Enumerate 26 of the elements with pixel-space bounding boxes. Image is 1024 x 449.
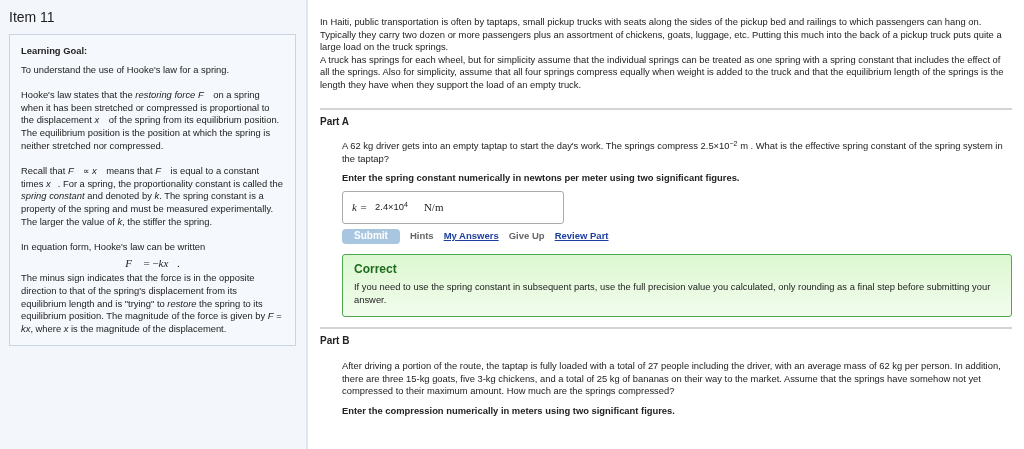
answer-box[interactable]: k = 2.4×10$^{4}$ N/m (342, 190, 564, 224)
paragraph: The minus sign indicates that the force is in the opposite direction to that of the spring's displacement from its equilibrium length and is "trying" to restore the spring to its equilibrium position. The magnitude of the force is given by F = kx, where x is the magnitude of the displacement. (21, 272, 283, 336)
link[interactable]: My Answers (443, 229, 499, 243)
unit-label: N/m (423, 201, 444, 214)
paragraph: Recall that F⃗ ∝ x⃗ means that F⃗ is equal to a constant times x⃗. For a spring, the proportionality constant is called the spring constant and denoted by k. The spring constant is a property of the spring and must be measured experimentally. The larger the value of k, the stiffer the spring. (21, 165, 284, 229)
variable-label: k = (352, 201, 368, 214)
feedback-message: If you need to use the spring constant in subsequent parts, use the full precision value you calculated, only rounding as a final step before submitting your answer. (354, 281, 992, 307)
instruction: Enter the compression numerically in meters using two significant figures. (342, 404, 676, 418)
question-text: After driving a portion of the route, the taptap is fully loaded with a total of 27 people including the driver, with an average mass of 62 kg per person. In addition, there are three 15-kg goats, five 3-kg chickens, and a total of 25 kg of bananas on their way to the market. Assume that the springs have somehow not yet compressed to their maximum amount. How much are the springs compressed? (342, 359, 1002, 398)
text-button[interactable]: Give Up (508, 229, 545, 243)
part-title: Part B (320, 335, 351, 348)
item-title: Item 11 (9, 8, 56, 26)
paragraph: Hooke's law states that the restoring force F⃗ on a spring when it has been stretched or compressed is proportional to the displacement x⃗ of the spring from its equilibrium position. The equilibrium position is the position at which the spring is neither stretched nor compressed. (21, 89, 281, 153)
feedback-title: Correct (354, 262, 398, 276)
equation: F⃗ = −kx⃗. (124, 256, 181, 270)
paragraph: To understand the use of Hooke's law for a spring. (21, 63, 231, 77)
paragraph: In Haiti, public transportation is often by taptaps, small pickup trucks with seats along the sides of the pickup bed and railings to which passengers can hang on. Typically they carry two dozen or more passengers plus an assortment of chickens, goats, luggage, etc. Putting this much into the back of a pickup truck puts quite a large load on the truck springs. (320, 16, 1003, 54)
answer-value: 2.4×10$^{4}$ (375, 201, 408, 214)
question-text: A 62 kg driver gets into an empty taptap to start the day's work. The springs compress 2.5×10$^{−2}$ m . What is the effective spring constant of the spring system in the taptap? (342, 140, 1004, 166)
text-button[interactable]: Hints (409, 229, 434, 243)
link[interactable]: Review Part (554, 229, 609, 243)
instruction: Enter the spring constant numerically in newtons per meter using two significant figures. (342, 172, 741, 185)
learning-goal-heading: Learning Goal: (21, 45, 89, 58)
part-title: Part A (320, 115, 351, 129)
paragraph: A truck has springs for each wheel, but for simplicity assume that the individual springs can be treated as one spring with a spring constant that includes the effect of all the springs. Also for simplicity, assume that all four springs compress equally when weight is added to the truck and that the equilibrium length of the springs is the length they have when they support the load of an empty truck. (320, 53, 1005, 92)
paragraph: In equation form, Hooke's law can be written (21, 241, 207, 254)
